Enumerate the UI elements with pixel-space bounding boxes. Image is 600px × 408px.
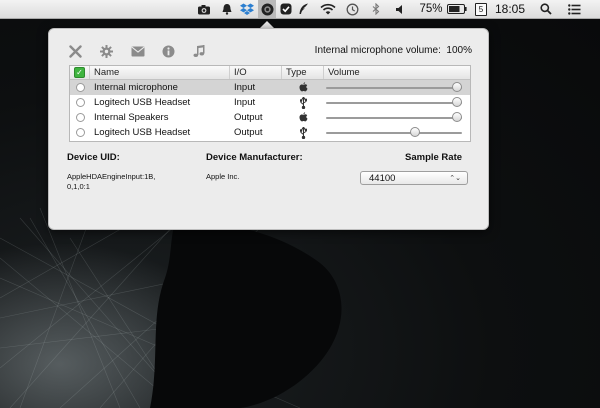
- device-table: ✓ Name I/O Type Volume Internal micropho…: [69, 65, 471, 142]
- spotlight-search-icon[interactable]: [538, 0, 554, 18]
- slider-knob[interactable]: [410, 127, 421, 137]
- checkmark-icon: ✓: [74, 67, 85, 78]
- column-header-volume[interactable]: Volume: [324, 66, 470, 79]
- slider-track: [326, 102, 462, 104]
- sample-rate-select[interactable]: 44100 ⌃⌄: [360, 171, 468, 185]
- volume-slider[interactable]: [324, 110, 470, 125]
- popover-toolbar: [69, 42, 224, 60]
- volume-value: 100%: [446, 45, 472, 56]
- calendar-date: 5: [475, 2, 487, 16]
- device-manufacturer-label: Device Manufacturer:: [206, 152, 303, 163]
- device-uid-line-2: 0,1,0:1: [67, 182, 90, 191]
- device-uid-value: AppleHDAEngineInput:1B, 0,1,0:1: [67, 172, 155, 192]
- table-row[interactable]: Logitech USB Headset Output: [70, 125, 470, 140]
- info-icon[interactable]: [162, 42, 193, 60]
- device-radio[interactable]: [75, 83, 85, 92]
- audio-switcher-icon[interactable]: [258, 0, 276, 18]
- sample-rate-value: 44100: [369, 173, 396, 184]
- camera-icon[interactable]: [195, 0, 213, 18]
- slider-track: [326, 132, 462, 134]
- select-arrows-icon: ⌃⌄: [449, 175, 461, 182]
- device-radio[interactable]: [75, 113, 85, 122]
- table-row[interactable]: Internal Speakers Output: [70, 110, 470, 125]
- menu-clock[interactable]: 18:05: [492, 0, 528, 18]
- slider-knob[interactable]: [452, 82, 462, 92]
- device-name: Logitech USB Headset: [94, 97, 191, 108]
- device-radio[interactable]: [75, 128, 85, 137]
- dropbox-icon[interactable]: [239, 0, 255, 18]
- select-all-checkbox[interactable]: ✓: [70, 66, 90, 79]
- device-name: Internal microphone: [94, 82, 178, 93]
- device-manufacturer-value: Apple Inc.: [206, 172, 240, 181]
- bell-icon[interactable]: [220, 0, 234, 18]
- music-note-icon[interactable]: [193, 42, 224, 60]
- feather-icon[interactable]: [296, 0, 310, 18]
- bluetooth-icon[interactable]: [370, 0, 382, 18]
- slider-track: [326, 117, 462, 119]
- volume-label: Internal microphone volume:: [314, 45, 441, 56]
- notification-center-icon[interactable]: [566, 0, 582, 18]
- table-header: ✓ Name I/O Type Volume: [70, 66, 470, 80]
- battery-percent[interactable]: 75%: [418, 0, 444, 18]
- column-header-name[interactable]: Name: [90, 66, 230, 79]
- column-header-io[interactable]: I/O: [230, 66, 282, 79]
- device-radio[interactable]: [75, 98, 85, 107]
- device-name: Internal Speakers: [94, 112, 169, 123]
- device-uid-label: Device UID:: [67, 152, 120, 163]
- slider-knob[interactable]: [452, 97, 462, 107]
- table-row[interactable]: Logitech USB Headset Input: [70, 95, 470, 110]
- device-io: Output: [234, 112, 263, 123]
- audio-device-popover: Internal microphone volume: 100% ✓ Name …: [48, 28, 489, 230]
- speaker-icon[interactable]: [393, 0, 407, 18]
- battery-icon[interactable]: [446, 0, 468, 18]
- column-header-type[interactable]: Type: [282, 66, 324, 79]
- apple-icon: [282, 112, 324, 123]
- wifi-icon[interactable]: [318, 0, 338, 18]
- device-io: Input: [234, 82, 256, 93]
- usb-icon: [282, 96, 324, 109]
- sample-rate-label: Sample Rate: [405, 152, 463, 163]
- usb-icon: [282, 126, 324, 139]
- calendar-icon[interactable]: 5: [474, 0, 488, 18]
- device-name: Logitech USB Headset: [94, 127, 191, 138]
- current-volume-readout: Internal microphone volume: 100%: [315, 45, 472, 56]
- volume-slider[interactable]: [324, 80, 470, 95]
- table-row[interactable]: Internal microphone Input: [70, 80, 470, 95]
- slider-knob[interactable]: [452, 112, 462, 122]
- device-uid-line-1: AppleHDAEngineInput:1B,: [67, 172, 156, 181]
- device-io: Output: [234, 127, 263, 138]
- device-io: Input: [234, 97, 256, 108]
- volume-slider[interactable]: [324, 125, 470, 140]
- checkmark-shield-icon[interactable]: [279, 0, 293, 18]
- apple-icon: [282, 82, 324, 93]
- gear-icon[interactable]: [100, 42, 131, 60]
- slider-track: [326, 87, 462, 89]
- volume-slider[interactable]: [324, 95, 470, 110]
- mail-icon[interactable]: [131, 42, 162, 60]
- menu-bar: 75% 5 18:05: [0, 0, 600, 19]
- close-x-icon[interactable]: [69, 42, 100, 60]
- time-machine-icon[interactable]: [344, 0, 360, 18]
